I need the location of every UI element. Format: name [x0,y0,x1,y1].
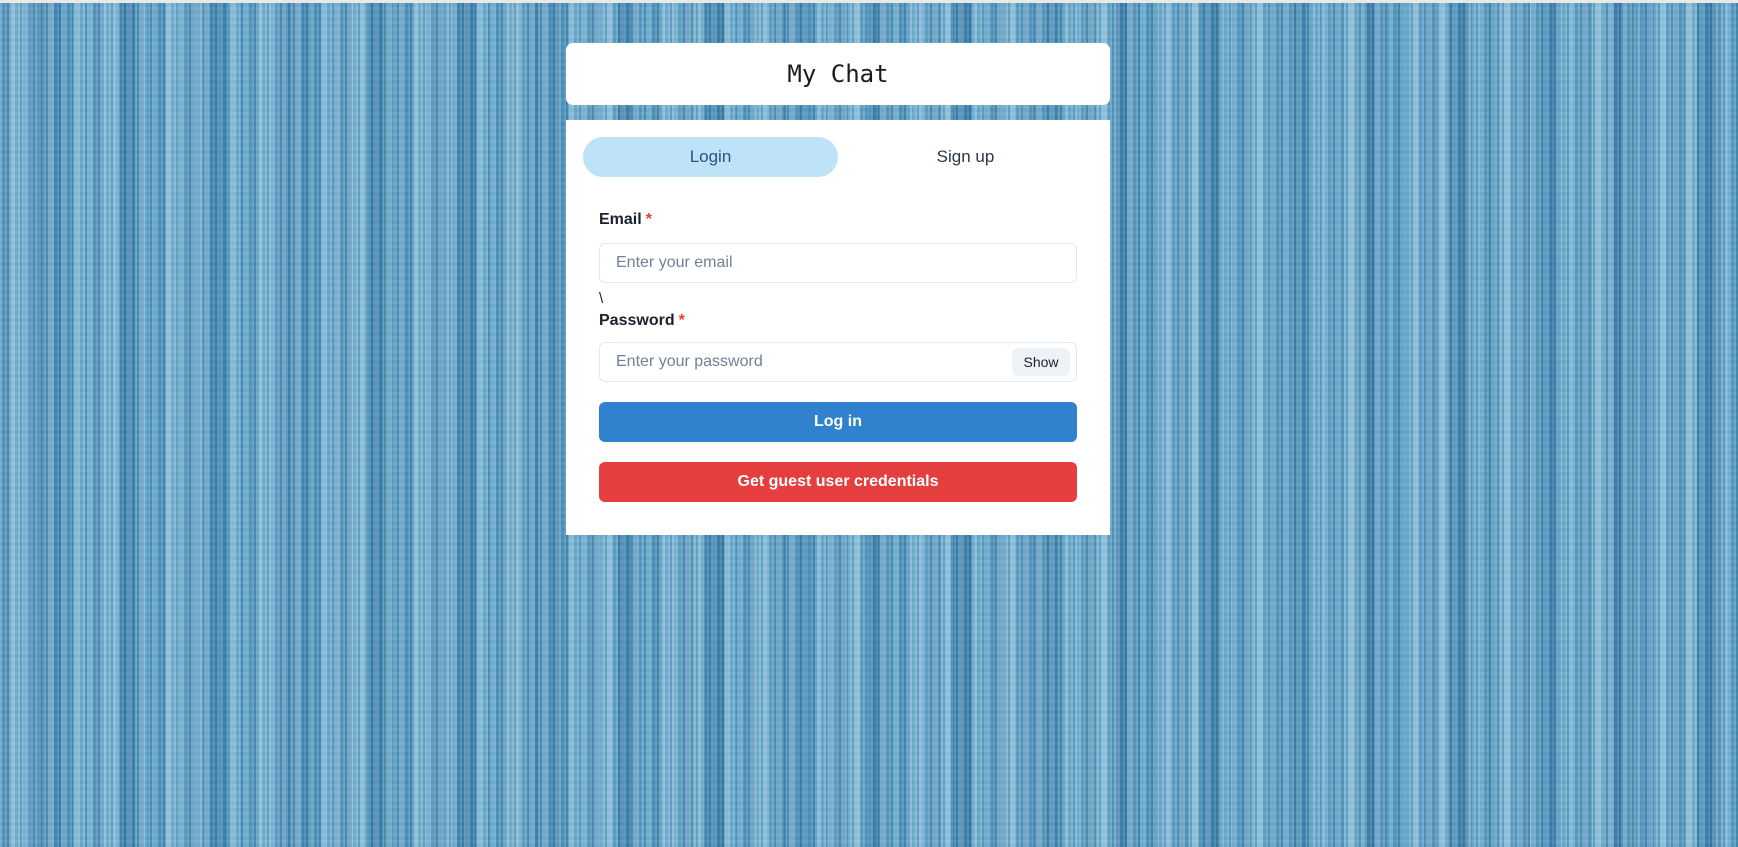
login-button[interactable]: Log in [599,402,1077,442]
email-required-mark: * [645,211,652,228]
password-input[interactable] [599,342,1077,382]
password-label: Password * [599,312,685,330]
browser-top-edge [0,0,1738,3]
app-header: My Chat [566,43,1110,105]
auth-tabs: Login Sign up [583,137,1093,177]
tab-signup[interactable]: Sign up [838,137,1093,177]
tab-login[interactable]: Login [583,137,838,177]
password-label-text: Password [599,312,675,329]
auth-card: Login Sign up Email* \ Password* Show Lo… [566,120,1110,535]
email-label-text: Email [599,211,642,228]
guest-credentials-button[interactable]: Get guest user credentials [599,462,1077,502]
email-label: Email * [599,211,652,229]
password-required-mark: * [678,312,685,329]
show-password-button[interactable]: Show [1012,348,1070,376]
email-input[interactable] [599,243,1077,283]
app-title: My Chat [787,60,889,88]
stray-backslash-text: \ [599,290,604,307]
